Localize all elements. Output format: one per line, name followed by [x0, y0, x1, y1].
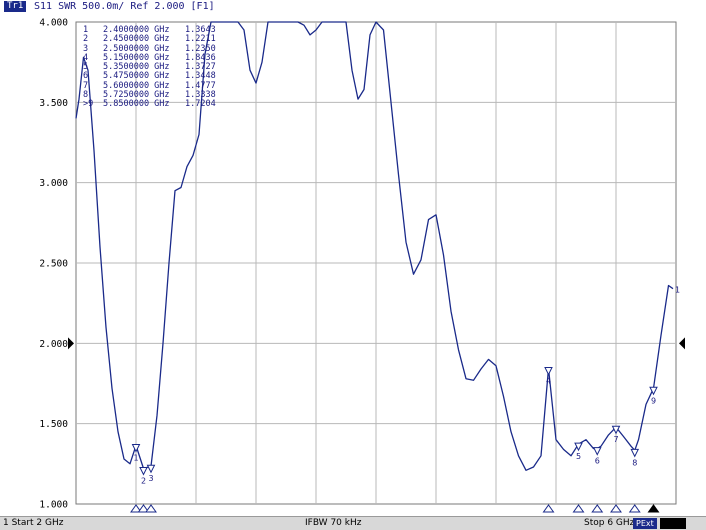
marker-row: >9 5.8500000 GHz 1.7204	[83, 99, 216, 110]
vna-screen: Tr1 S11 SWR 500.0m/ Ref 2.000 [F1] 1.000…	[0, 0, 706, 530]
reference-arrow-left	[68, 337, 74, 350]
start-frequency: 1 Start 2 GHz	[3, 518, 64, 528]
marker-position-indicator	[572, 504, 585, 513]
marker-freq: 5.8500000 GHz	[103, 99, 170, 110]
trace-end-label: 1	[675, 286, 680, 295]
marker-position-indicator	[542, 504, 555, 513]
marker-table: 1 2.4000000 GHz 1.3643 2 2.4500000 GHz 1.2211…	[83, 25, 216, 110]
stop-frequency: Stop 6 GHz	[584, 518, 635, 528]
marker-position-indicator	[628, 504, 641, 513]
marker-number: 5	[576, 452, 581, 461]
y-tick-label: 3.000	[39, 178, 68, 189]
ifbw-readout: IFBW 70 kHz	[305, 518, 362, 528]
marker-number: 1	[133, 453, 138, 462]
y-tick-label: 2.500	[39, 259, 68, 270]
y-tick-label: 1.500	[39, 419, 68, 430]
marker-position-indicator	[610, 504, 622, 513]
port-extension-badge[interactable]: PExt	[633, 518, 657, 529]
marker-number: 9	[651, 396, 656, 405]
marker-number: 4	[546, 376, 551, 385]
y-tick-label: 3.500	[39, 98, 68, 109]
y-tick-label: 4.000	[39, 18, 68, 29]
marker-number: 8	[632, 458, 637, 467]
status-indicator	[660, 518, 686, 529]
marker-position-indicator	[647, 504, 660, 513]
y-tick-label: 1.000	[39, 500, 68, 511]
reference-arrow-right	[679, 337, 685, 350]
marker-position-indicator	[591, 504, 604, 513]
marker-label: >9	[83, 99, 94, 110]
y-tick-label: 2.000	[39, 339, 68, 350]
marker-value: 1.7204	[185, 99, 216, 110]
marker-position-indicator	[145, 504, 157, 513]
marker-number: 7	[613, 435, 618, 444]
marker-number: 2	[141, 476, 146, 485]
status-bar: 1 Start 2 GHz IFBW 70 kHz Stop 6 GHz PEx…	[0, 516, 706, 530]
marker-number: 6	[595, 457, 600, 466]
marker-number: 3	[148, 474, 153, 483]
